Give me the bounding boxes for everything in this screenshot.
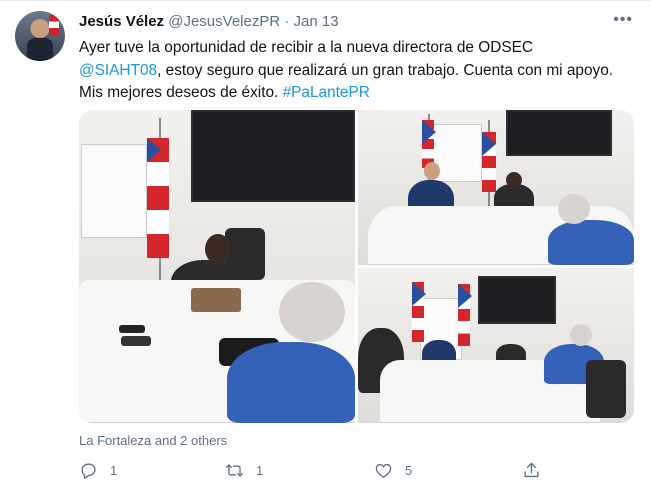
- chair: [586, 360, 626, 418]
- handbag: [191, 288, 241, 312]
- pr-flag: [458, 284, 472, 346]
- pr-flag: [482, 132, 496, 192]
- man-suit-head: [424, 162, 440, 180]
- avatar-suit: [27, 38, 53, 61]
- tv-screen: [506, 110, 612, 156]
- woman-head: [506, 172, 522, 188]
- us-flag: [412, 282, 426, 342]
- retweet-count: 1: [256, 463, 264, 478]
- share-button[interactable]: [522, 461, 553, 480]
- more-options-icon[interactable]: •••: [613, 11, 633, 29]
- tweet-text: Ayer tuve la oportunidad de recibir a la…: [79, 37, 619, 105]
- tweet[interactable]: Jesús Vélez @JesusVelezPR · Jan 13 ••• A…: [0, 0, 651, 494]
- mention-link[interactable]: @SIAHT08: [79, 62, 157, 79]
- photo-meeting-2[interactable]: [358, 110, 634, 265]
- like-count: 5: [405, 463, 413, 478]
- tv-screen: [478, 276, 556, 324]
- separator-dot: ·: [284, 13, 290, 30]
- tweet-header: Jesús Vélez @JesusVelezPR · Jan 13: [79, 13, 339, 30]
- hashtag-link[interactable]: #PaLantePR: [283, 84, 370, 101]
- phone-on-table: [119, 325, 145, 333]
- avatar-flag: [49, 15, 59, 35]
- tweet-date[interactable]: Jan 13: [294, 13, 339, 30]
- retweet-button[interactable]: 1: [225, 461, 263, 480]
- us-flag: [422, 120, 436, 168]
- avatar[interactable]: [15, 11, 65, 61]
- pr-flag: [147, 138, 169, 258]
- media-grid: [79, 110, 634, 423]
- man-head: [570, 324, 592, 346]
- reply-count: 1: [110, 463, 118, 478]
- author-handle[interactable]: @JesusVelezPR: [168, 13, 280, 30]
- reply-icon: [81, 463, 96, 480]
- man-head: [279, 282, 345, 342]
- retweet-icon: [225, 464, 244, 477]
- phone-on-table-2: [121, 336, 151, 346]
- photo-meeting-3[interactable]: [358, 268, 634, 423]
- tv-screen: [191, 110, 355, 202]
- man-head: [558, 194, 590, 224]
- tweet-text-part1: Ayer tuve la oportunidad de recibir a la…: [79, 39, 533, 56]
- tweet-actions: 1 1 5: [79, 461, 559, 483]
- reply-button[interactable]: 1: [79, 461, 117, 480]
- author-name[interactable]: Jesús Vélez: [79, 13, 164, 30]
- like-button[interactable]: 5: [374, 461, 412, 480]
- man-blue-shirt: [227, 342, 355, 423]
- woman-head: [205, 234, 231, 264]
- photo-meeting-1[interactable]: [79, 110, 355, 423]
- whiteboard: [81, 144, 147, 238]
- location-tag[interactable]: La Fortaleza and 2 others: [79, 433, 227, 448]
- share-icon: [524, 462, 539, 478]
- man-blue-shirt: [548, 220, 634, 265]
- heart-icon: [375, 463, 392, 479]
